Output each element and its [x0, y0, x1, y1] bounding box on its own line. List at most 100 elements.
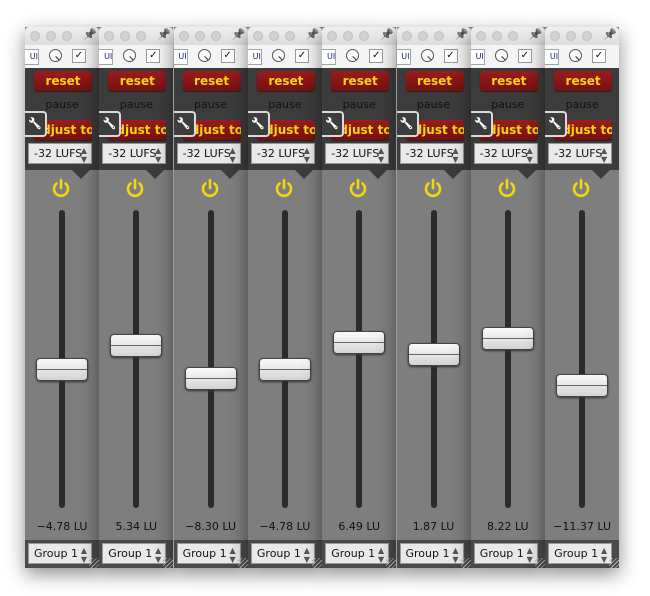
wrench-icon[interactable]: 🔧 — [322, 111, 345, 137]
group-select[interactable]: Group 1 ▲ ▼ — [399, 543, 464, 564]
resize-grip[interactable] — [386, 558, 397, 568]
knob-icon[interactable] — [197, 49, 211, 62]
fader-thumb[interactable] — [36, 358, 88, 382]
pause-label[interactable]: pause — [471, 98, 545, 111]
pause-label[interactable]: pause — [322, 98, 396, 111]
enable-checkbox[interactable]: ✓ — [72, 49, 86, 63]
pushpin-icon[interactable]: 📌 — [83, 28, 97, 41]
resize-grip[interactable] — [609, 558, 620, 568]
group-select[interactable]: Group 1 ▲ ▼ — [250, 543, 315, 564]
ui-field[interactable]: UI — [25, 49, 39, 65]
reset-button[interactable]: reset — [34, 71, 92, 91]
fader-thumb[interactable] — [481, 327, 534, 351]
reset-button[interactable]: reset — [108, 71, 167, 91]
ui-field[interactable]: UI — [99, 49, 114, 65]
zoom-button[interactable] — [210, 31, 221, 41]
enable-checkbox[interactable]: ✓ — [146, 49, 161, 63]
group-select[interactable]: Group 1 ▲ ▼ — [102, 543, 167, 564]
close-button[interactable] — [178, 31, 189, 41]
reset-button[interactable]: reset — [331, 71, 390, 91]
target-loudness-select[interactable]: -32 LUFS ▲ ▼ — [399, 143, 464, 164]
zoom-button[interactable] — [136, 31, 147, 41]
target-loudness-select[interactable]: -32 LUFS ▲ ▼ — [473, 143, 538, 164]
minimize-button[interactable] — [194, 31, 205, 41]
resize-grip[interactable] — [163, 558, 174, 568]
power-icon[interactable] — [496, 177, 518, 199]
minimize-button[interactable] — [491, 31, 502, 41]
ui-field[interactable]: UI — [173, 49, 188, 65]
fader-thumb[interactable] — [110, 334, 163, 358]
minimize-button[interactable] — [46, 31, 56, 41]
title-bar[interactable]: 📌 — [322, 27, 397, 45]
enable-checkbox[interactable]: ✓ — [369, 49, 384, 63]
ui-field[interactable]: UI — [247, 49, 262, 65]
fader-track[interactable] — [207, 210, 214, 508]
reset-button[interactable]: reset — [182, 71, 241, 91]
title-bar[interactable]: 📌 — [247, 27, 322, 45]
power-icon[interactable] — [347, 177, 369, 199]
enable-checkbox[interactable]: ✓ — [220, 49, 235, 63]
close-button[interactable] — [475, 31, 486, 41]
ui-field[interactable]: UI — [396, 49, 411, 65]
close-button[interactable] — [327, 31, 338, 41]
ui-field[interactable]: UI — [470, 49, 485, 65]
ui-field[interactable]: UI — [322, 49, 337, 65]
target-loudness-select[interactable]: -32 LUFS ▲ ▼ — [548, 143, 613, 164]
zoom-button[interactable] — [433, 31, 444, 41]
resize-grip[interactable] — [534, 558, 545, 568]
minimize-button[interactable] — [417, 31, 428, 41]
target-loudness-select[interactable]: -32 LUFS ▲ ▼ — [176, 143, 241, 164]
knob-icon[interactable] — [346, 49, 360, 62]
title-bar[interactable]: 📌 — [396, 27, 471, 45]
resize-grip[interactable] — [89, 558, 99, 568]
knob-icon[interactable] — [494, 49, 508, 62]
pushpin-icon[interactable]: 📌 — [529, 28, 543, 41]
pause-label[interactable]: pause — [545, 98, 619, 111]
fader-thumb[interactable] — [333, 331, 386, 355]
knob-icon[interactable] — [420, 49, 434, 62]
group-select[interactable]: Group 1 ▲ ▼ — [28, 543, 92, 564]
group-select[interactable]: Group 1 ▲ ▼ — [548, 543, 613, 564]
pushpin-icon[interactable]: 📌 — [603, 28, 617, 41]
knob-icon[interactable] — [123, 49, 137, 62]
power-icon[interactable] — [422, 177, 444, 199]
knob-icon[interactable] — [569, 49, 583, 62]
target-loudness-select[interactable]: -32 LUFS ▲ ▼ — [102, 143, 167, 164]
resize-grip[interactable] — [237, 558, 248, 568]
zoom-button[interactable] — [582, 31, 593, 41]
reset-button[interactable]: reset — [479, 71, 538, 91]
close-button[interactable] — [550, 31, 561, 41]
title-bar[interactable]: 📌 — [173, 27, 248, 45]
title-bar[interactable]: 📌 — [25, 27, 99, 45]
fader-thumb[interactable] — [407, 342, 460, 366]
reset-button[interactable]: reset — [256, 71, 315, 91]
pause-label[interactable]: pause — [99, 98, 173, 111]
wrench-icon[interactable]: 🔧 — [173, 111, 196, 137]
title-bar[interactable]: 📌 — [470, 27, 545, 45]
target-loudness-select[interactable]: -32 LUFS ▲ ▼ — [325, 143, 390, 164]
close-button[interactable] — [401, 31, 412, 41]
group-select[interactable]: Group 1 ▲ ▼ — [176, 543, 241, 564]
wrench-icon[interactable]: 🔧 — [99, 111, 122, 137]
knob-icon[interactable] — [49, 49, 62, 62]
group-select[interactable]: Group 1 ▲ ▼ — [325, 543, 390, 564]
pause-label[interactable]: pause — [174, 98, 248, 111]
power-icon[interactable] — [50, 177, 72, 199]
pause-label[interactable]: pause — [25, 98, 99, 111]
power-icon[interactable] — [199, 177, 221, 199]
resize-grip[interactable] — [311, 558, 322, 568]
pushpin-icon[interactable]: 📌 — [157, 28, 171, 41]
wrench-icon[interactable]: 🔧 — [25, 111, 47, 137]
zoom-button[interactable] — [284, 31, 295, 41]
pushpin-icon[interactable]: 📌 — [306, 28, 320, 41]
enable-checkbox[interactable]: ✓ — [592, 49, 607, 63]
minimize-button[interactable] — [343, 31, 354, 41]
wrench-icon[interactable]: 🔧 — [247, 111, 270, 137]
power-icon[interactable] — [273, 177, 295, 199]
fader-track[interactable] — [579, 210, 586, 508]
pushpin-icon[interactable]: 📌 — [455, 28, 469, 41]
fader-thumb[interactable] — [556, 374, 609, 398]
group-select[interactable]: Group 1 ▲ ▼ — [473, 543, 538, 564]
pause-label[interactable]: pause — [397, 98, 471, 111]
power-icon[interactable] — [570, 177, 592, 199]
